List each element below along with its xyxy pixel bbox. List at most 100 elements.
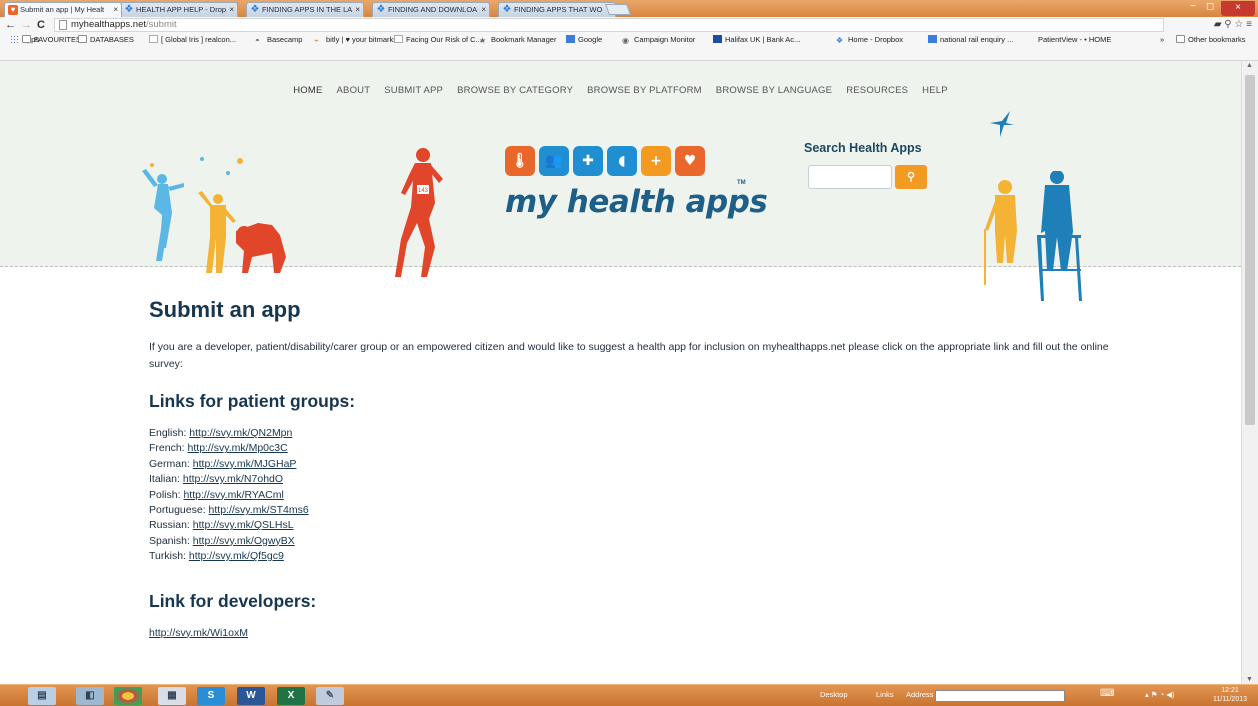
- nav-link-home[interactable]: HOME: [293, 85, 322, 96]
- site-logo-text[interactable]: my health apps: [505, 184, 768, 220]
- language-label: Spanish:: [149, 534, 193, 547]
- keyboard-icon[interactable]: ⌨: [1100, 688, 1114, 699]
- system-clock[interactable]: 12:21 11/11/2013: [1213, 686, 1247, 704]
- people-icon-glyph: 👥: [545, 153, 563, 169]
- bookmark-item[interactable]: Facing Our Risk of C...: [394, 33, 482, 47]
- chrome-taskbar-icon[interactable]: [114, 687, 142, 705]
- scroll-up-icon[interactable]: ▲: [1246, 62, 1253, 69]
- control-panel-icon[interactable]: ◧: [76, 687, 104, 705]
- address-path: /submit: [146, 19, 177, 30]
- survey-link[interactable]: http://svy.mk/N7ohdO: [183, 473, 283, 485]
- scrollbar-thumb[interactable]: [1245, 75, 1255, 425]
- survey-link[interactable]: http://svy.mk/RYACml: [183, 489, 283, 501]
- forward-arrow-icon[interactable]: →: [21, 18, 32, 32]
- survey-link[interactable]: http://svy.mk/Qf5gc9: [189, 550, 284, 562]
- menu-icon[interactable]: ≡: [1246, 19, 1252, 30]
- page-scrollbar[interactable]: ▲ ▼: [1241, 61, 1258, 684]
- bookmark-item[interactable]: ⌁ bitly | ♥ your bitmarks: [314, 33, 397, 47]
- nav-link-browse-by-category[interactable]: BROWSE BY CATEGORY: [457, 85, 573, 96]
- nav-link-resources[interactable]: RESOURCES: [846, 85, 908, 96]
- bookmark-label: Home - Dropbox: [848, 35, 904, 44]
- browser-tab[interactable]: ❖ HEALTH APP HELP - Drop ×: [120, 2, 238, 17]
- survey-link[interactable]: http://svy.mk/ST4ms6: [209, 504, 309, 516]
- bookmark-item[interactable]: Google: [566, 33, 602, 47]
- address-bar[interactable]: myhealthapps.net/submit: [54, 18, 1164, 32]
- window-close-icon[interactable]: ×: [1221, 1, 1255, 16]
- search-input[interactable]: [808, 165, 892, 189]
- survey-link[interactable]: http://svy.mk/Mp0c3C: [188, 442, 288, 454]
- desktop-toolbar-label[interactable]: Desktop: [820, 690, 848, 699]
- bookmark-label: Bookmark Manager: [491, 35, 557, 44]
- star-icon: ★: [479, 36, 487, 45]
- nav-link-submit-app[interactable]: SUBMIT APP: [384, 85, 443, 96]
- tab-close-icon[interactable]: ×: [481, 3, 486, 16]
- bookmarks-overflow-icon[interactable]: »: [1160, 33, 1164, 47]
- folder-icon: [1176, 35, 1185, 43]
- dropbox-favicon: ❖: [124, 4, 134, 15]
- system-tray-icons[interactable]: ▴ ⚑ ◔ ◀): [1145, 690, 1175, 699]
- excel-icon[interactable]: X: [277, 687, 305, 705]
- tab-close-icon[interactable]: ×: [355, 3, 360, 16]
- tab-label: FINDING APPS IN THE LA: [262, 5, 353, 14]
- scroll-down-icon[interactable]: ▼: [1246, 676, 1253, 683]
- new-tab-button[interactable]: [604, 4, 632, 15]
- bookmark-item[interactable]: Halifax UK | Bank Ac...: [713, 33, 800, 47]
- pill-icon: ◖: [607, 146, 637, 176]
- browser-tab[interactable]: ♥ Submit an app | My Healt ×: [4, 2, 122, 17]
- reload-icon[interactable]: C: [37, 18, 45, 32]
- dropbox-icon: ❖: [836, 36, 844, 45]
- paint-icon[interactable]: ✎: [316, 687, 344, 705]
- bookmark-star-icon[interactable]: ☆: [1234, 19, 1243, 30]
- clock-date: 11/11/2013: [1213, 696, 1247, 703]
- minimize-icon[interactable]: −: [1190, 1, 1196, 12]
- developer-survey-link[interactable]: http://svy.mk/Wi1oxM: [149, 627, 248, 639]
- language-label: Polish:: [149, 488, 184, 501]
- nav-link-browse-by-language[interactable]: BROWSE BY LANGUAGE: [716, 85, 832, 96]
- survey-link[interactable]: http://svy.mk/MJGHaP: [193, 458, 297, 470]
- flag-icon[interactable]: ▰: [1214, 19, 1222, 30]
- bookmark-item[interactable]: national rail enquiry ...: [928, 33, 1013, 47]
- tab-close-icon[interactable]: ×: [229, 3, 234, 16]
- nav-link-help[interactable]: HELP: [922, 85, 948, 96]
- survey-link[interactable]: http://svy.mk/OgwyBX: [193, 535, 295, 547]
- file-explorer-icon[interactable]: ▤: [28, 687, 56, 705]
- search-button[interactable]: ⚲: [895, 165, 927, 189]
- dropbox-favicon: ❖: [502, 4, 512, 15]
- maximize-icon[interactable]: ◻: [1206, 1, 1214, 12]
- back-arrow-icon[interactable]: ←: [5, 18, 16, 32]
- browser-tab[interactable]: ❖ FINDING AND DOWNLOA ×: [372, 2, 490, 17]
- bookmark-item[interactable]: ❖ Home - Dropbox: [836, 33, 903, 47]
- bookmark-item[interactable]: [ Global Iris ] realcon...: [149, 33, 236, 47]
- taskbar-address-input[interactable]: [935, 690, 1065, 702]
- elderly-couple-illustration: [984, 171, 1082, 301]
- word-icon[interactable]: W: [237, 687, 265, 705]
- toolbar-right-icons: ▰ ⚲ ☆ ≡: [1214, 18, 1252, 32]
- bookmark-item[interactable]: FAVOURITES: [22, 33, 81, 47]
- calculator-icon[interactable]: ▦: [158, 687, 186, 705]
- mha-favicon: ♥: [8, 5, 18, 15]
- bookmark-item[interactable]: Other bookmarks: [1176, 33, 1246, 47]
- nav-link-browse-by-platform[interactable]: BROWSE BY PLATFORM: [587, 85, 702, 96]
- patient-link-row: Russian: http://svy.mk/QSLHsL: [149, 518, 1109, 533]
- bookmark-label: Campaign Monitor: [634, 35, 696, 44]
- links-toolbar-label[interactable]: Links: [876, 690, 894, 699]
- bookmark-item[interactable]: PatientView - • HOME: [1038, 33, 1111, 47]
- pill-icon-glyph: ◖: [618, 153, 626, 169]
- bookmark-item[interactable]: ★ Bookmark Manager: [479, 33, 556, 47]
- tab-close-icon[interactable]: ×: [113, 3, 118, 16]
- survey-link[interactable]: http://svy.mk/QSLHsL: [193, 519, 294, 531]
- skype-icon[interactable]: S: [197, 687, 225, 705]
- bookmark-item[interactable]: ◉ Campaign Monitor: [622, 33, 695, 47]
- plus-icon: +: [641, 146, 671, 176]
- folder-icon: [22, 35, 31, 43]
- bookmark-item[interactable]: ◓ Basecamp: [255, 33, 302, 47]
- nav-link-about[interactable]: ABOUT: [337, 85, 371, 96]
- bookmark-item[interactable]: DATABASES: [78, 33, 134, 47]
- patient-links-list: English: http://svy.mk/QN2Mpn French: htt…: [149, 426, 1109, 565]
- survey-link[interactable]: http://svy.mk/QN2Mpn: [189, 427, 292, 439]
- zoom-icon[interactable]: ⚲: [1224, 19, 1231, 30]
- browser-tab[interactable]: ❖FINDING APPS THAT WO×: [498, 2, 616, 17]
- browser-tab[interactable]: ❖ FINDING APPS IN THE LA ×: [246, 2, 364, 17]
- trademark-mark: TM: [737, 180, 746, 186]
- language-label: German:: [149, 457, 193, 470]
